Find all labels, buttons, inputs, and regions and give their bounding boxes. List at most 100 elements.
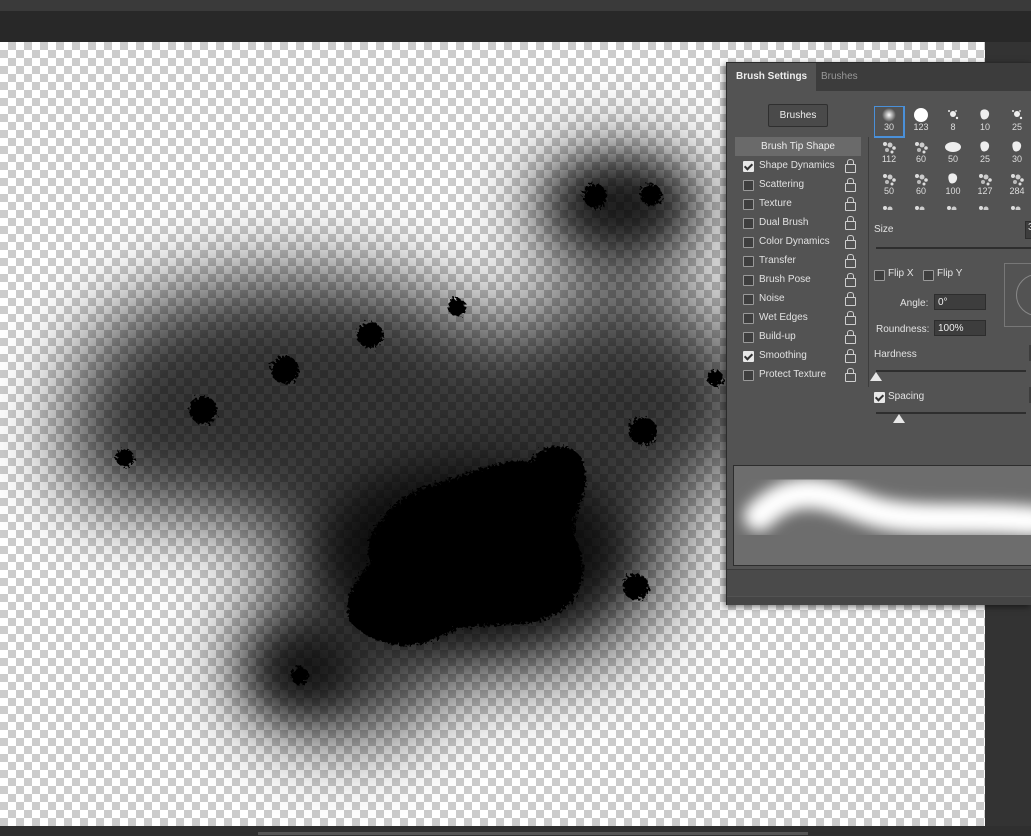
option-label: Shape Dynamics [759,160,835,171]
brush-tip-preset[interactable]: 25 [970,138,1000,169]
brush-tip-size: 112 [881,154,897,164]
brush-option-item[interactable]: Transfer [735,251,863,270]
lock-icon[interactable] [845,254,856,268]
flip-x-label: Flip X [888,268,914,279]
brush-tip-size: 284 [1009,186,1025,196]
option-label: Build-up [759,331,796,342]
brush-option-item[interactable]: Build-up [735,327,863,346]
hardness-label: Hardness [874,349,917,360]
option-checkbox[interactable] [743,332,754,343]
option-label: Color Dynamics [759,236,830,247]
brush-option-item[interactable]: Scattering [735,175,863,194]
tab-brushes[interactable]: Brushes [812,63,867,91]
lock-icon[interactable] [845,178,856,192]
brush-tip-preset[interactable]: 25 [1002,106,1031,137]
brush-option-item[interactable]: Dual Brush [735,213,863,232]
panel-resize-edge[interactable] [727,597,1031,605]
option-checkbox[interactable] [743,370,754,381]
lock-icon[interactable] [845,292,856,306]
hardness-slider-thumb[interactable] [870,372,882,381]
option-label: Smoothing [759,350,807,361]
size-slider[interactable] [876,247,1031,249]
brush-tip-preset[interactable] [906,202,936,210]
option-checkbox[interactable] [743,218,754,229]
brush-tip-preset[interactable]: 127 [970,170,1000,201]
brush-tip-preset[interactable]: 8 [938,106,968,137]
brush-tip-preset[interactable]: 112 [874,138,904,169]
brush-tip-preset[interactable]: 30 [1002,138,1031,169]
brush-tip-preset[interactable]: 100 [938,170,968,201]
brush-option-item[interactable]: Smoothing [735,346,863,365]
option-checkbox[interactable] [743,237,754,248]
brush-tip-preset[interactable] [1002,202,1031,210]
brush-tip-size: 25 [1011,122,1022,132]
panel-footer [727,569,1031,596]
lock-icon[interactable] [845,159,856,173]
angle-circle [1016,274,1031,316]
brush-tip-preset[interactable]: 284 [1002,170,1031,201]
brush-option-item[interactable]: Noise [735,289,863,308]
lock-icon[interactable] [845,368,856,382]
brush-tip-size: 25 [979,154,990,164]
option-label: Dual Brush [759,217,809,228]
brush-tip-size: 60 [915,186,926,196]
brush-tip-size: 8 [950,122,956,132]
lock-icon[interactable] [845,330,856,344]
roundness-label: Roundness: [876,324,930,335]
lock-icon[interactable] [845,197,856,211]
option-checkbox[interactable] [743,351,754,362]
option-label: Brush Pose [759,274,811,285]
angle-field[interactable]: 0° [934,294,986,310]
brush-tip-size: 30 [1011,154,1022,164]
angle-label: Angle: [900,298,929,309]
angle-roundness-widget[interactable] [1004,263,1031,327]
brush-tip-preset[interactable]: 50 [938,138,968,169]
lock-icon[interactable] [845,273,856,287]
brush-tip-preset[interactable]: 123 [906,106,936,137]
option-checkbox[interactable] [743,256,754,267]
option-checkbox[interactable] [743,275,754,286]
scrollbar-thumb[interactable] [258,832,808,835]
lock-icon[interactable] [845,311,856,325]
tab-brush-settings[interactable]: Brush Settings [727,63,817,91]
top-bar [0,0,1031,11]
brush-tip-preset[interactable] [874,202,904,210]
brush-option-item[interactable]: Protect Texture [735,365,863,384]
spacing-checkbox[interactable] [874,392,885,403]
brush-tip-preset[interactable]: 30 [874,106,905,138]
roundness-field[interactable]: 100% [934,320,986,336]
option-checkbox[interactable] [743,313,754,324]
brush-tip-preset[interactable]: 50 [874,170,904,201]
brush-tip-preset[interactable]: 60 [906,170,936,201]
brush-option-item[interactable]: Brush Pose [735,270,863,289]
horizontal-scrollbar[interactable] [0,826,1031,836]
lock-icon[interactable] [845,349,856,363]
brush-tip-preset[interactable] [938,202,968,210]
brush-option-item[interactable]: Shape Dynamics [735,156,863,175]
brush-tip-size: 50 [883,186,894,196]
option-checkbox[interactable] [743,161,754,172]
lock-icon[interactable] [845,216,856,230]
flip-y-checkbox[interactable] [923,270,934,281]
brush-option-item[interactable]: Wet Edges [735,308,863,327]
option-label: Wet Edges [759,312,808,323]
option-checkbox[interactable] [743,294,754,305]
option-label: Protect Texture [759,369,827,380]
brush-tip-preset[interactable] [970,202,1000,210]
hardness-slider[interactable] [876,370,1026,372]
flip-x-checkbox[interactable] [874,270,885,281]
brush-tip-size: 30 [883,122,894,132]
lock-icon[interactable] [845,235,856,249]
option-checkbox[interactable] [743,199,754,210]
panel-tab-bar: Brush Settings Brushes [727,63,1031,91]
brushes-button[interactable]: Brushes [768,104,828,127]
brush-tip-preset[interactable]: 10 [970,106,1000,137]
brush-tip-shape-item[interactable]: Brush Tip Shape [735,137,861,156]
size-field[interactable]: 3 [1025,221,1031,239]
brush-tip-preset[interactable]: 60 [906,138,936,169]
option-checkbox[interactable] [743,180,754,191]
spacing-slider-thumb[interactable] [892,414,905,423]
brush-settings-panel: Brush Settings Brushes Brushes Brush Tip… [726,62,1031,605]
brush-option-item[interactable]: Color Dynamics [735,232,863,251]
brush-option-item[interactable]: Texture [735,194,863,213]
